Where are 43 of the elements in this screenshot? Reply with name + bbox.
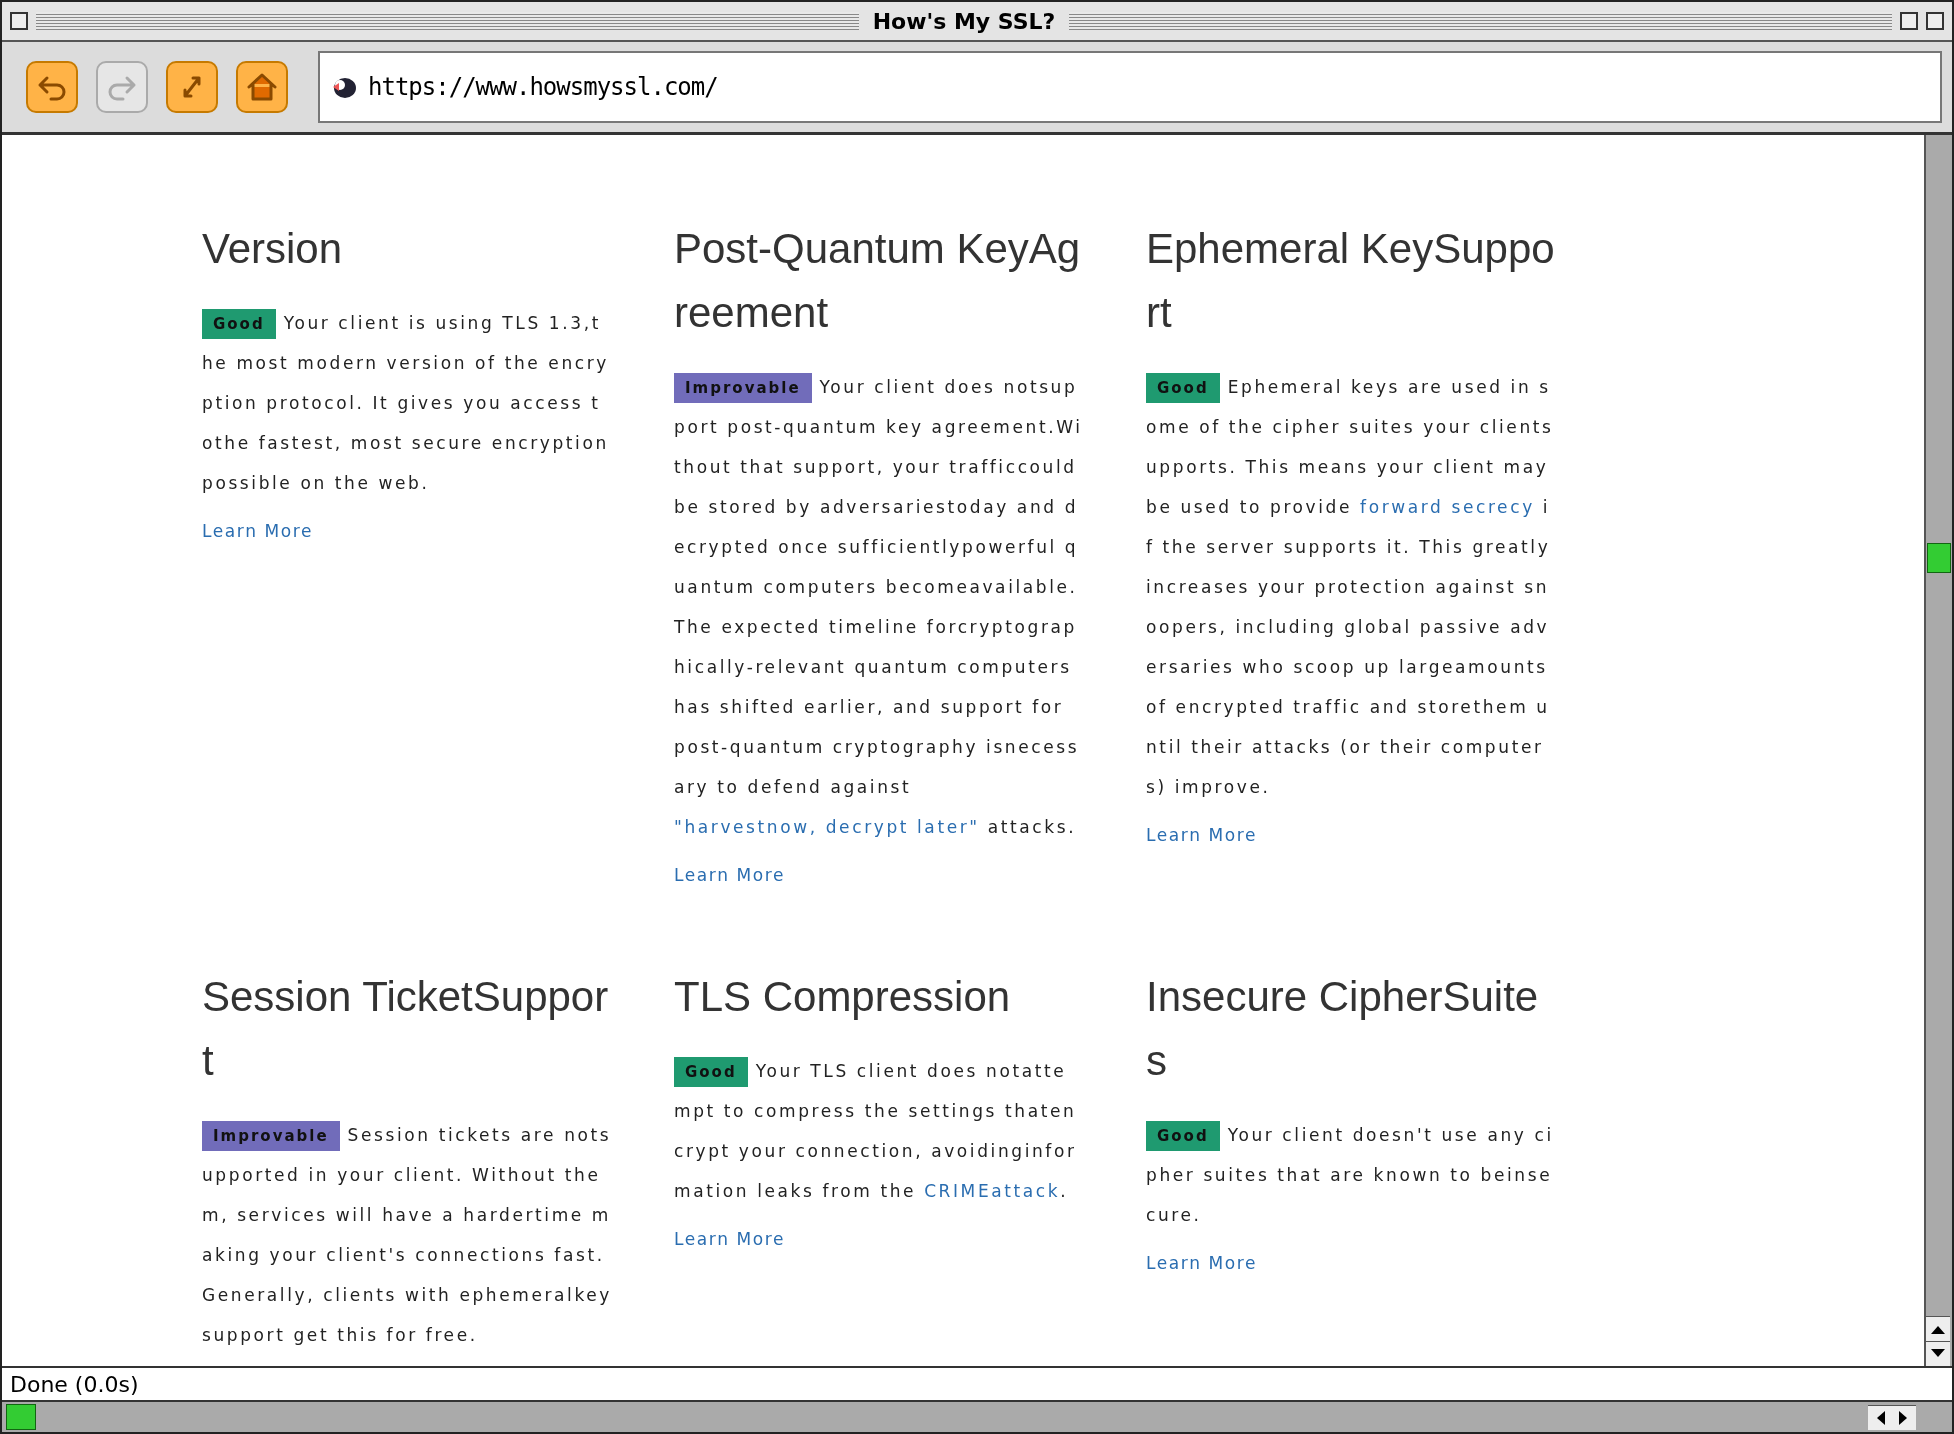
section-heading: Session TicketSupport [202, 972, 610, 1086]
description-text: Improvable Session tickets are notsupported in your client. Without them, services will have a hardertime making your client's connections fast. Generally, clients with ephemeralkey support get this for free. [202, 1115, 612, 1355]
description-text: Good Your client is using TLS 1.3,the most modern version of the encryption protocol. It gives you access tothe fastest, most secure encryptionpossible on the web. [202, 303, 612, 503]
description-text: Improvable Your client does notsupport post-quantum key agreement.Without that support, your trafficcould be stored by adversariestoday and decrypted once sufficientlypowerful quantum computers becomeavailable. The expected timeline forcryptographically-relevant quantum computers has shifted earlier, and support for post-quantum cryptography isnecessary to defend against "harvestnow, decrypt later" attacks. [674, 367, 1084, 847]
reload-button[interactable] [166, 61, 218, 113]
scroll-thumb[interactable] [6, 1404, 36, 1430]
learn-more-link[interactable]: Learn More [1146, 825, 1258, 845]
section-heading: TLS Compression [674, 972, 1012, 1022]
vertical-scrollbar[interactable] [1924, 135, 1952, 1366]
inline-link[interactable]: CRIMEattack [924, 1181, 1061, 1201]
rating-badge: Good [202, 309, 276, 339]
description-text: Good Your TLS client does notattempt to compress the settings thatencrypt your connection, avoidinginformation leaks from the CRIMEattack. [674, 1051, 1084, 1211]
scroll-down-icon[interactable] [1926, 1341, 1950, 1366]
learn-more-link[interactable]: Learn More [674, 1229, 786, 1249]
rating-badge: Good [1146, 373, 1220, 403]
close-box-icon[interactable] [10, 12, 28, 30]
learn-more-link[interactable]: Learn More [674, 865, 786, 885]
collapse-box-icon[interactable] [1926, 12, 1944, 30]
address-field[interactable]: https://www.howsmyssl.com/ [318, 51, 1942, 123]
rating-badge: Improvable [202, 1121, 340, 1151]
scroll-right-icon[interactable] [1892, 1404, 1916, 1430]
scroll-left-icon[interactable] [1868, 1404, 1892, 1430]
scroll-thumb[interactable] [1927, 543, 1951, 573]
scroll-up-icon[interactable] [1926, 1316, 1950, 1341]
inline-link[interactable]: forward secrecy [1360, 497, 1535, 517]
zoom-box-icon[interactable] [1900, 12, 1918, 30]
section-heading: Version [202, 224, 344, 274]
rating-badge: Good [674, 1057, 748, 1087]
back-button[interactable] [26, 61, 78, 113]
description-text: Good Ephemeral keys are used in some of the cipher suites your clientsupports. This means your client may be used to provide forward secrecy if the server supports it. This greatlyincreases your protection against snoopers, including global passive adversaries who scoop up largeamounts of encrypted traffic and storethem until their attacks (or their computers) improve. [1146, 367, 1556, 807]
window-title: How's My SSL? [871, 8, 1057, 34]
rating-badge: Good [1146, 1121, 1220, 1151]
rating-badge: Improvable [674, 373, 812, 403]
inline-link[interactable]: "harvestnow, decrypt later" [674, 817, 980, 837]
description-text: Good Your client doesn't use any cipher suites that are known to beinsecure. [1146, 1115, 1556, 1235]
status-text: Done (0.0s) [10, 1371, 139, 1397]
home-button[interactable] [236, 61, 288, 113]
horizontal-scrollbar[interactable] [2, 1402, 1952, 1432]
section-heading: Post-Quantum KeyAgreement [674, 224, 1082, 338]
section-heading: Ephemeral KeySupport [1146, 224, 1556, 338]
learn-more-link[interactable]: Learn More [202, 521, 314, 541]
learn-more-link[interactable]: Learn More [1146, 1253, 1258, 1273]
section-heading: Insecure CipherSuites [1146, 972, 1540, 1086]
